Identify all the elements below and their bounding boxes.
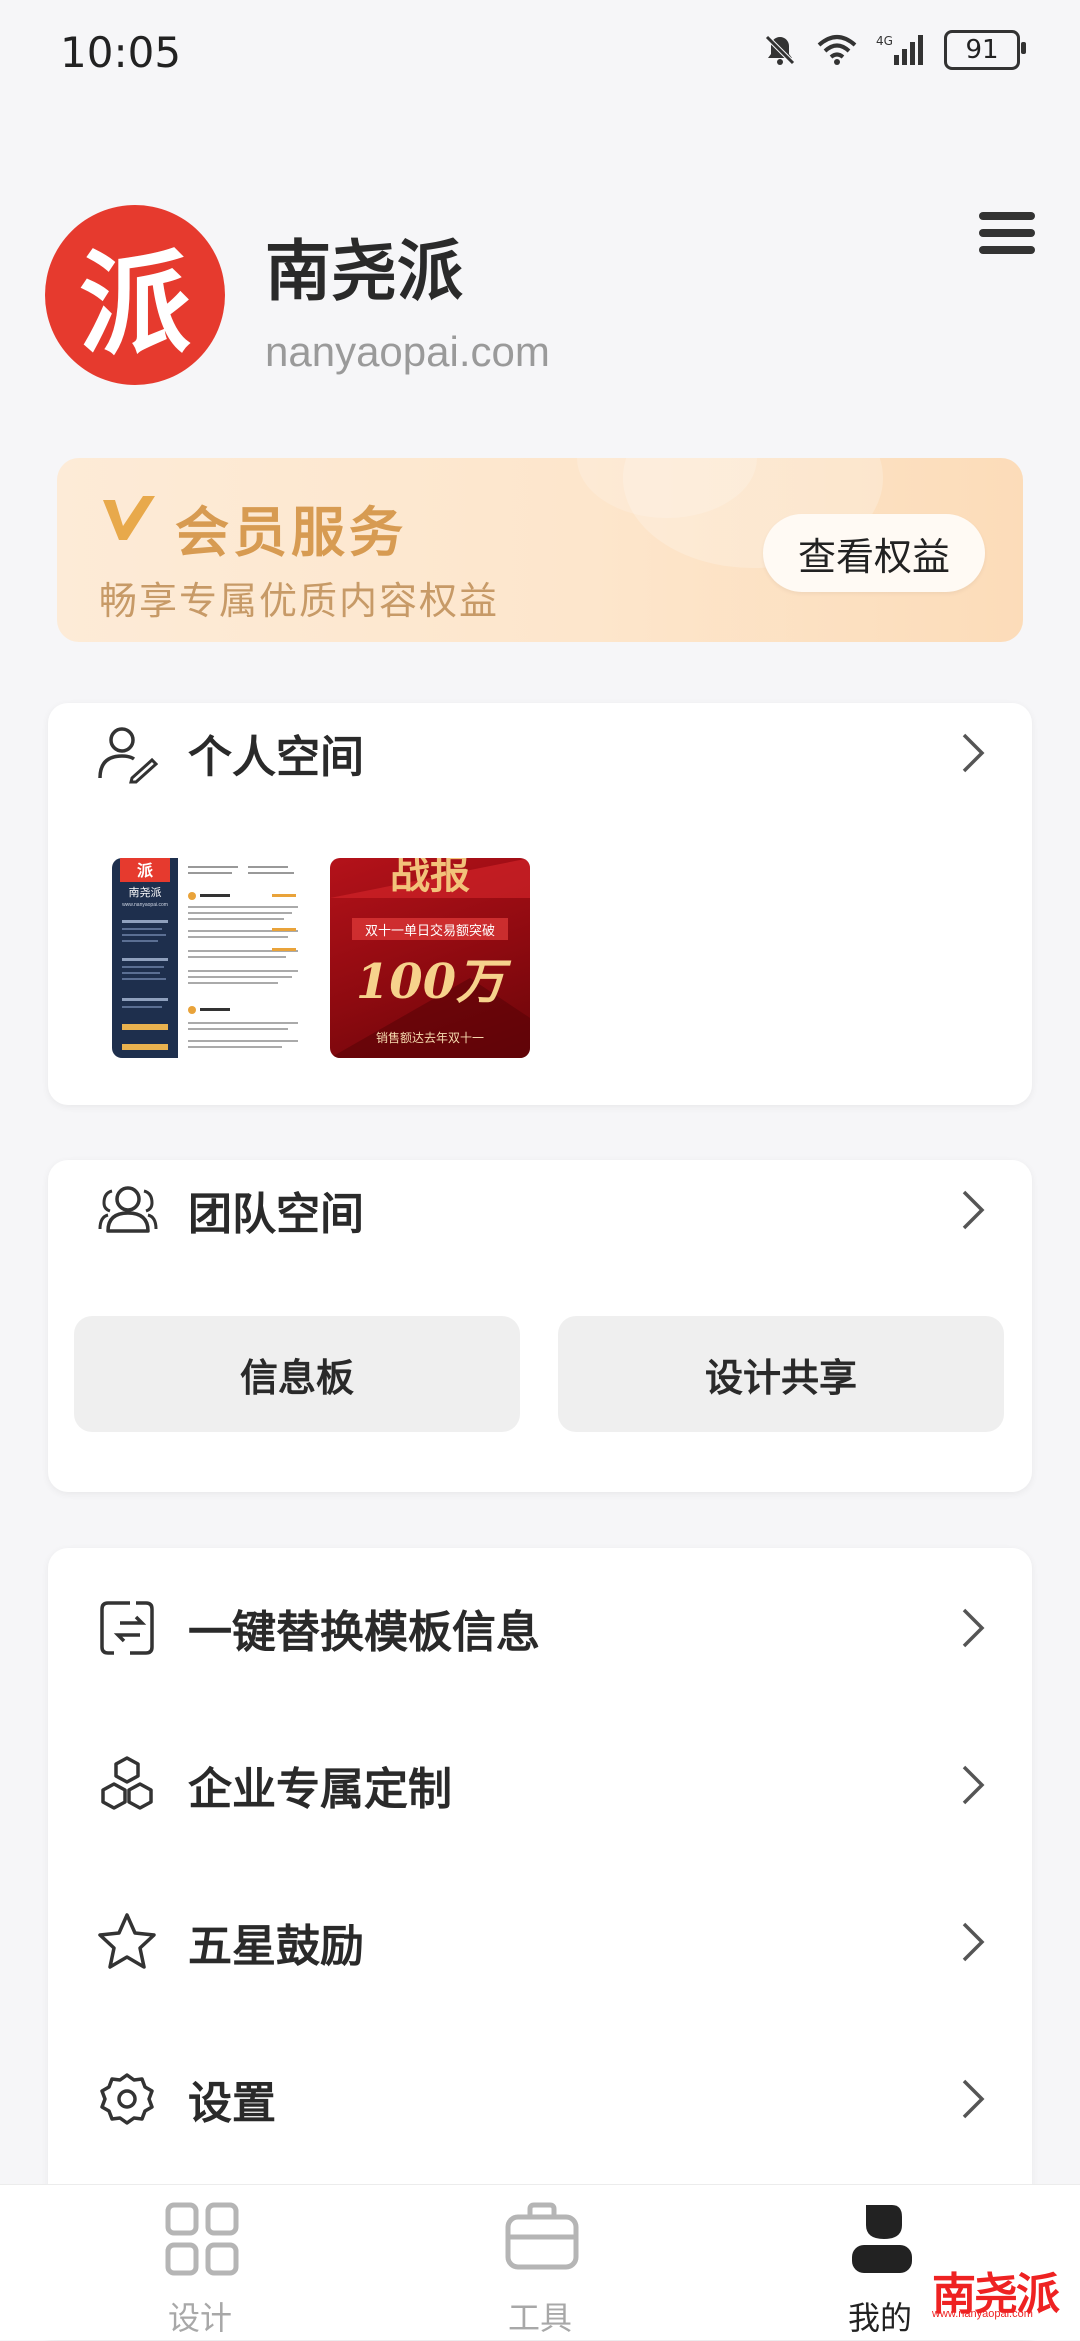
vip-subtitle: 畅享专属优质内容权益 [99, 579, 500, 623]
status-time: 10:05 [60, 28, 182, 77]
poster-line1: 双十一单日交易额突破 [365, 923, 495, 939]
sales-poster-thumbnail[interactable]: 战报 双十一单日交易额突破 100万 销售额达去年双十一 [330, 858, 530, 1058]
menu-item-label: 设置 [188, 2078, 276, 2129]
chevron-right-icon [962, 2079, 985, 2119]
avatar[interactable]: 派 [45, 205, 225, 385]
poster-headline: 战报 [390, 858, 470, 898]
design-share-button[interactable]: 设计共享 [558, 1316, 1004, 1432]
team-space-title: 团队空间 [188, 1189, 364, 1240]
resume-design-thumbnail[interactable]: 派 南尧派 www.nanyaopai.com [112, 858, 312, 1058]
chevron-right-icon [962, 1608, 985, 1648]
design-grid-icon [165, 2202, 239, 2276]
profile-header: 派 南尧派 nanyaopai.com [45, 200, 1035, 400]
chevron-right-icon [962, 1765, 985, 1805]
personal-space-title: 个人空间 [188, 732, 364, 783]
menu-item-label: 五星鼓励 [188, 1921, 364, 1972]
menu-item-settings[interactable]: 设置 [48, 2049, 1032, 2149]
team-group-icon [98, 1186, 158, 1233]
bottom-navigation: 设计 工具 我的 南尧派 www.nanyaopai.com [0, 2184, 1080, 2340]
info-board-button[interactable]: 信息板 [74, 1316, 520, 1432]
enterprise-custom-icon [101, 1756, 153, 1810]
bell-muted-icon [765, 35, 795, 65]
status-icons: 4G 91 [762, 30, 1026, 70]
chevron-right-icon [962, 1922, 985, 1962]
vip-title: 会员服务 [175, 501, 407, 564]
chevron-right-icon [962, 1190, 985, 1230]
nav-label: 工具 [507, 2299, 572, 2337]
profile-person-icon [852, 2205, 912, 2273]
nav-tab-design[interactable]: 设计 [100, 2201, 300, 2341]
menu-item-label: 一键替换模板信息 [188, 1607, 540, 1658]
vip-banner[interactable]: 会员服务 畅享专属优质内容权益 查看权益 [57, 458, 1023, 642]
star-icon [98, 1913, 156, 1969]
resume-name: 南尧派 [129, 886, 162, 899]
poster-line2: 销售额达去年双十一 [376, 1030, 484, 1045]
poster-preview: 战报 双十一单日交易额突破 100万 销售额达去年双十一 [330, 858, 530, 1058]
battery-level: 91 [965, 35, 999, 65]
resume-preview: 派 南尧派 www.nanyaopai.com [112, 858, 312, 1058]
settings-gear-icon [100, 2073, 154, 2125]
user-edit-icon [98, 727, 158, 784]
status-bar: 10:05 4G 91 [0, 0, 1080, 100]
personal-space-header[interactable]: 个人空间 [48, 703, 1032, 803]
team-space-header[interactable]: 团队空间 [48, 1160, 1032, 1260]
profile-website: nanyaopai.com [265, 328, 550, 375]
profile-name: 南尧派 [265, 233, 463, 310]
brand-watermark: 南尧派 www.nanyaopai.com [932, 2258, 1072, 2328]
nav-tab-tools[interactable]: 工具 [440, 2201, 640, 2341]
personal-space-card: 个人空间 派 南尧派 www.nanyaopai.com 战报 双十一单日交易额… [48, 703, 1032, 1105]
battery-indicator: 91 [944, 30, 1026, 70]
toolbox-icon [505, 2202, 579, 2270]
wifi-icon [817, 35, 857, 65]
poster-big-number: 100万 [356, 954, 512, 1010]
view-benefits-button[interactable]: 查看权益 [763, 514, 985, 592]
nav-label: 设计 [167, 2299, 232, 2337]
cellular-signal-icon: 4G [876, 34, 923, 65]
chevron-right-icon [962, 733, 985, 773]
menu-item-enterprise-custom[interactable]: 企业专属定制 [48, 1735, 1032, 1835]
resume-logo-char: 派 [137, 861, 154, 880]
network-type-label: 4G [876, 34, 893, 48]
watermark-url: www.nanyaopai.com [932, 2308, 1033, 2320]
menu-item-replace-template[interactable]: 一键替换模板信息 [48, 1578, 1032, 1678]
resume-url: www.nanyaopai.com [122, 902, 168, 908]
vip-v-icon [103, 496, 155, 540]
menu-item-label: 企业专属定制 [188, 1764, 452, 1815]
menu-item-five-star[interactable]: 五星鼓励 [48, 1892, 1032, 1992]
avatar-logo-char: 派 [79, 239, 191, 370]
hamburger-menu-icon[interactable] [979, 212, 1035, 258]
team-space-card: 团队空间 信息板 设计共享 [48, 1160, 1032, 1492]
replace-template-icon [100, 1601, 154, 1655]
